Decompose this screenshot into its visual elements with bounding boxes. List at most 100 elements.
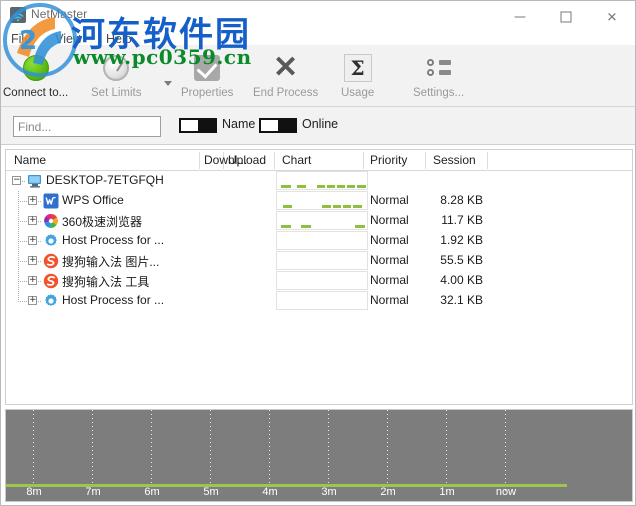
graph-gridline [505, 410, 506, 492]
expand-toggle-icon[interactable]: + [28, 276, 37, 285]
wps-office-icon [43, 193, 59, 209]
table-row[interactable]: − DESKTOP-7ETGFQH [6, 171, 632, 191]
tree-connector [38, 201, 42, 202]
360-browser-icon [43, 213, 59, 229]
properties-button[interactable]: Properties [181, 47, 233, 105]
column-header-upload[interactable]: Upload [228, 153, 266, 167]
expand-toggle-icon[interactable]: + [28, 236, 37, 245]
toggle-name[interactable] [179, 118, 217, 133]
row-priority-value: Normal [370, 253, 409, 267]
monitor-icon [27, 173, 43, 189]
table-row[interactable]: + 搜狗输入法 工具 Normal 4.00 KB [6, 271, 632, 291]
sparkline-segment [317, 185, 325, 188]
search-input[interactable] [13, 116, 161, 137]
checkmark-icon [191, 52, 223, 84]
sigma-icon: Σ [342, 52, 374, 84]
connect-to-button[interactable]: Connect to... [3, 47, 68, 105]
toggle-online-knob [278, 120, 295, 131]
expand-toggle-icon[interactable]: + [28, 216, 37, 225]
sparkline-segment [353, 205, 362, 208]
chevron-down-icon[interactable] [164, 81, 172, 86]
row-session-value: 55.5 KB [440, 253, 483, 267]
table-row[interactable]: + 搜狗输入法 图片... Normal 55.5 KB [6, 251, 632, 271]
tree-connector [38, 261, 42, 262]
usage-button[interactable]: Σ Usage [341, 47, 374, 105]
graph-gridline [210, 410, 211, 492]
column-divider[interactable] [363, 152, 364, 169]
sparkline-segment [347, 185, 355, 188]
process-rows: − DESKTOP-7ETGFQH + WPS Office Normal 8.28 KB… [6, 171, 632, 311]
menu-view[interactable]: View [53, 32, 92, 46]
sparkline-segment [333, 205, 341, 208]
filter-bar: Name Online [1, 107, 635, 145]
row-priority-value: Normal [370, 273, 409, 287]
table-header: Name Downl... Upload Chart Priority Sess… [6, 150, 632, 171]
tree-connector [18, 261, 27, 262]
column-divider[interactable] [274, 152, 275, 169]
x-cross-icon: ✕ [273, 51, 299, 84]
expand-toggle-icon[interactable]: + [28, 196, 37, 205]
collapse-toggle-icon[interactable]: − [12, 176, 21, 185]
sparkline-segment [357, 185, 366, 188]
row-name-label: DESKTOP-7ETGFQH [46, 173, 164, 187]
set-limits-label: Set Limits [91, 87, 142, 99]
row-name-label: Host Process for ... [62, 293, 165, 307]
sparkline-segment [343, 205, 351, 208]
tree-connector [38, 221, 42, 222]
end-process-button[interactable]: ✕ End Process [253, 47, 318, 105]
settings-button[interactable]: Settings... [413, 47, 464, 105]
minimize-icon [514, 16, 526, 18]
toggle-online-label: Online [302, 117, 339, 131]
graph-x-tick-label: now [495, 486, 517, 498]
expand-toggle-icon[interactable]: + [28, 296, 37, 305]
row-name-label: 360极速浏览器 [62, 215, 143, 229]
column-divider[interactable] [199, 152, 200, 169]
column-divider[interactable] [425, 152, 426, 169]
graph-x-tick-label: 1m [439, 486, 455, 498]
set-limits-button[interactable]: Set Limits [91, 47, 142, 105]
table-row[interactable]: + WPS Office Normal 8.28 KB [6, 191, 632, 211]
expand-toggle-icon[interactable]: + [28, 256, 37, 265]
graph-gridline [269, 410, 270, 492]
toggle-name-label: Name [222, 117, 256, 131]
close-icon: ✕ [606, 9, 618, 25]
column-header-name[interactable]: Name [14, 153, 46, 167]
menu-file[interactable]: File [9, 32, 41, 46]
table-row[interactable]: + Host Process for ... Normal 32.1 KB [6, 291, 632, 311]
toggle-online[interactable] [259, 118, 297, 133]
graph-gridline [33, 410, 34, 492]
menu-help[interactable]: Help [104, 32, 142, 46]
column-header-priority[interactable]: Priority [370, 153, 407, 167]
row-chart-cell [276, 231, 368, 250]
maximize-icon [560, 11, 572, 23]
sparkline-segment [337, 185, 345, 188]
column-header-chart[interactable]: Chart [282, 153, 311, 167]
graph-x-tick-label: 5m [203, 486, 219, 498]
gear-icon [43, 293, 59, 309]
connect-to-label: Connect to... [3, 87, 69, 99]
sparkline-segment [327, 185, 335, 188]
graph-x-tick-label: 2m [380, 486, 396, 498]
sparkline-segment [322, 205, 331, 208]
column-divider[interactable] [487, 152, 488, 169]
row-priority-value: Normal [370, 193, 409, 207]
tree-connector [18, 221, 27, 222]
column-header-session[interactable]: Session [433, 153, 476, 167]
graph-x-tick-label: 6m [144, 486, 160, 498]
throughput-graph: 8m 7m 6m 5m 4m 3m 2m 1m now [5, 409, 633, 502]
usage-label: Usage [341, 87, 375, 99]
sparkline-segment [281, 225, 291, 228]
table-row[interactable]: +360极速浏览器 Normal 11.7 KB [6, 211, 632, 231]
tree-connector [18, 241, 27, 242]
tree-connector [18, 281, 27, 282]
row-name-label: 搜狗输入法 图片... [62, 255, 160, 269]
sparkline-segment [297, 185, 306, 188]
graph-x-tick-label: 7m [85, 486, 101, 498]
row-chart-cell [276, 191, 368, 210]
graph-x-tick-label: 4m [262, 486, 278, 498]
row-session-value: 1.92 KB [440, 233, 483, 247]
table-row[interactable]: + Host Process for ... Normal 1.92 KB [6, 231, 632, 251]
sparkline-segment [281, 185, 291, 188]
graph-gridline [446, 410, 447, 492]
graph-x-tick-label: 8m [26, 486, 42, 498]
